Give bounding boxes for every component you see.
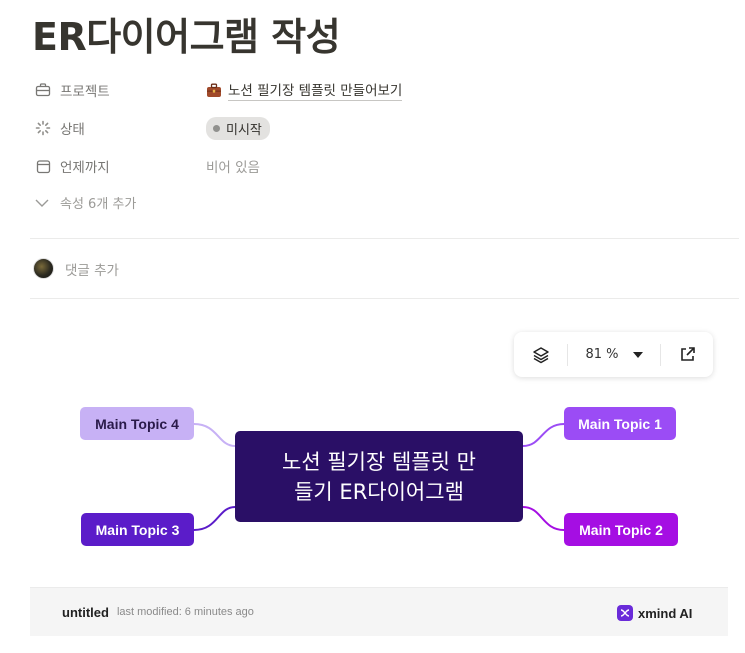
central-topic-line: 노션 필기장 템플릿 만 (282, 449, 476, 474)
property-value-project[interactable]: 노션 필기장 템플릿 만들어보기 (206, 79, 403, 101)
chevron-down-icon (34, 198, 50, 208)
property-row-status: 상태 미시작 (34, 116, 734, 140)
property-row-project: 프로젝트 노션 필기장 템플릿 만들어보기 (34, 78, 734, 102)
caret-down-icon (632, 351, 643, 358)
file-name[interactable]: untitled (62, 605, 109, 620)
project-link[interactable]: 노션 필기장 템플릿 만들어보기 (228, 79, 403, 101)
property-label-status[interactable]: 상태 (34, 118, 206, 138)
status-badge[interactable]: 미시작 (206, 116, 270, 140)
more-properties-toggle[interactable]: 속성 6개 추가 (34, 193, 136, 212)
layers-icon (532, 346, 550, 364)
briefcase-icon (34, 81, 52, 99)
divider (30, 298, 739, 299)
avatar (33, 258, 54, 279)
property-label-text: 프로젝트 (60, 84, 110, 100)
property-label-due[interactable]: 언제까지 (34, 156, 206, 176)
main-topic-4[interactable]: Main Topic 4 (80, 407, 194, 440)
main-topic-3[interactable]: Main Topic 3 (81, 513, 194, 546)
status-spinner-icon (34, 119, 52, 137)
property-value-status[interactable]: 미시작 (206, 116, 270, 140)
property-row-due: 언제까지 비어 있음 (34, 154, 734, 178)
property-label-text: 상태 (60, 122, 85, 138)
comment-add[interactable]: 댓글 추가 (33, 258, 119, 279)
brand-name: xmind AI (638, 605, 693, 621)
comment-placeholder: 댓글 추가 (65, 262, 119, 279)
briefcase-emoji-icon (206, 83, 222, 98)
last-modified: last modified: 6 minutes ago (116, 606, 254, 618)
embed-toolbar: 81 % (514, 332, 713, 377)
main-topic-2[interactable]: Main Topic 2 (564, 513, 678, 546)
xmind-brand-link[interactable]: xmind AI (617, 605, 692, 621)
divider (30, 238, 739, 239)
xmind-embed[interactable]: 81 % 노션 필기장 템플릿 만 들기 ER다이어그램 Main Topic … (30, 300, 739, 636)
xmind-logo-icon (617, 605, 633, 621)
calendar-icon (34, 157, 52, 175)
zoom-select[interactable]: 81 % (568, 347, 660, 362)
status-dot-icon (213, 124, 220, 132)
embed-footer: untitled last modified: 6 minutes ago xm… (30, 587, 728, 636)
property-label-text: 언제까지 (60, 160, 110, 176)
layers-button[interactable] (514, 346, 567, 364)
page-title[interactable]: ER다이어그램 작성 (32, 6, 341, 61)
central-topic-line: 들기 ER다이어그램 (294, 479, 464, 504)
zoom-level: 81 % (585, 347, 619, 362)
main-topic-1[interactable]: Main Topic 1 (564, 407, 676, 440)
status-text: 미시작 (226, 122, 262, 138)
property-label-project[interactable]: 프로젝트 (34, 80, 206, 100)
central-topic[interactable]: 노션 필기장 템플릿 만 들기 ER다이어그램 (235, 431, 523, 522)
open-external-button[interactable] (661, 346, 713, 363)
more-properties-label: 속성 6개 추가 (60, 197, 137, 212)
external-link-icon (679, 346, 696, 363)
property-value-due[interactable]: 비어 있음 (206, 156, 260, 176)
